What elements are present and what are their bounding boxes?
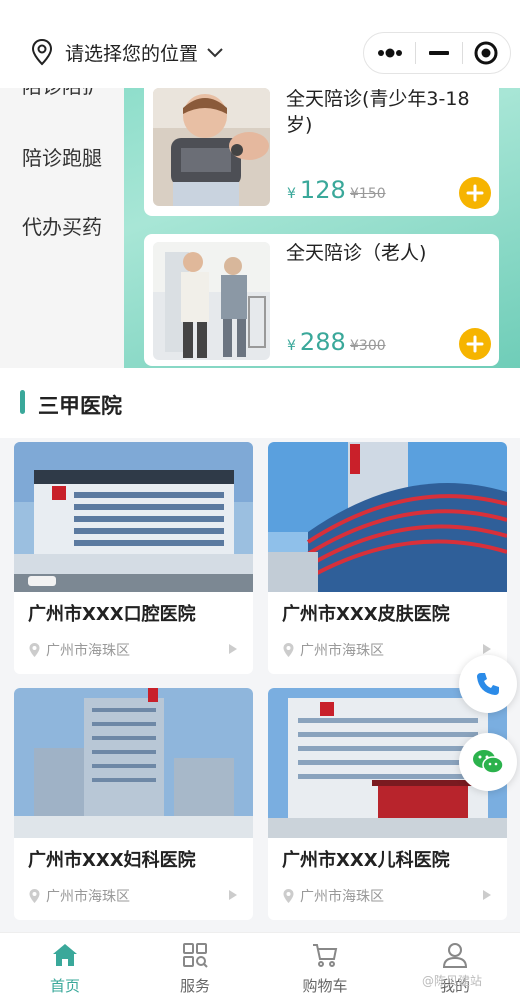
location-pin-icon bbox=[283, 643, 294, 657]
hospital-card[interactable]: 广州市XXX妇科医院 广州市海珠区 bbox=[14, 688, 253, 920]
add-service-button[interactable] bbox=[459, 177, 491, 209]
hospital-card[interactable]: 广州市XXX口腔医院 广州市海珠区 bbox=[14, 442, 253, 674]
section-header: 三甲医院 bbox=[0, 368, 520, 438]
hospital-district: 广州市海珠区 bbox=[46, 643, 130, 659]
service-image-child bbox=[153, 88, 270, 206]
hospital-card[interactable]: 广州市XXX儿科医院 广州市海珠区 bbox=[268, 688, 507, 920]
more-button[interactable] bbox=[364, 33, 415, 73]
service-card[interactable]: 全天陪诊（老人) ¥288 ¥300 bbox=[144, 234, 499, 366]
service-card[interactable]: 全天陪诊(青少年3-18岁) ¥128 ¥150 bbox=[144, 80, 499, 216]
tab-cart[interactable]: 购物车 bbox=[260, 933, 390, 1000]
tab-label: 购物车 bbox=[302, 977, 348, 995]
hospital-section: 三甲医院 广州市XXX口腔医院 广州市海珠区 广州市XXX皮肤医院 广州市海珠区… bbox=[0, 368, 520, 932]
target-close-icon bbox=[474, 41, 498, 65]
location-pin-icon bbox=[29, 643, 40, 657]
hospital-image bbox=[14, 442, 253, 592]
hospital-location: 广州市海珠区 bbox=[282, 886, 384, 906]
watermark-text: @陈贝建站 bbox=[422, 974, 483, 988]
service-old-price: ¥150 bbox=[350, 186, 386, 202]
section-accent-bar bbox=[20, 390, 25, 414]
plus-icon bbox=[466, 335, 484, 353]
hospital-name: 广州市XXX口腔医院 bbox=[28, 604, 196, 625]
hospital-image bbox=[14, 688, 253, 838]
tab-home[interactable]: 首页 bbox=[0, 933, 130, 1000]
minimize-icon bbox=[428, 51, 449, 55]
triangle-right-icon bbox=[483, 644, 491, 654]
location-pin-icon bbox=[31, 38, 53, 66]
service-price: ¥128 bbox=[287, 176, 346, 204]
hospital-district: 广州市海珠区 bbox=[300, 643, 384, 659]
hospital-image bbox=[268, 442, 507, 592]
top-bar: 请选择您的位置 bbox=[0, 0, 520, 88]
user-icon bbox=[442, 943, 468, 968]
wechat-icon bbox=[473, 750, 504, 774]
miniprogram-capsule bbox=[363, 32, 511, 74]
close-miniprogram-button[interactable] bbox=[463, 33, 510, 73]
app-page: 陪诊陪护 陪诊跑腿 代办买药 bbox=[0, 0, 520, 1000]
triangle-right-icon bbox=[483, 890, 491, 900]
tab-services[interactable]: 服务 bbox=[130, 933, 260, 1000]
hospital-name: 广州市XXX皮肤医院 bbox=[282, 604, 450, 625]
hospital-district: 广州市海珠区 bbox=[46, 889, 130, 905]
service-title: 全天陪诊（老人) bbox=[286, 242, 427, 264]
location-pin-icon bbox=[29, 889, 40, 903]
wechat-button[interactable] bbox=[459, 733, 517, 791]
more-dots-icon bbox=[377, 48, 402, 58]
hospital-district: 广州市海珠区 bbox=[300, 889, 384, 905]
call-button[interactable] bbox=[459, 655, 517, 713]
phone-icon bbox=[477, 673, 499, 695]
hospital-card[interactable]: 广州市XXX皮肤医院 广州市海珠区 bbox=[268, 442, 507, 674]
triangle-right-icon bbox=[229, 644, 237, 654]
section-title: 三甲医院 bbox=[38, 394, 122, 418]
location-pin-icon bbox=[283, 889, 294, 903]
grid-search-icon bbox=[183, 943, 208, 968]
hospital-location: 广州市海珠区 bbox=[28, 886, 130, 906]
minimize-button[interactable] bbox=[416, 33, 461, 73]
sidebar-item-buy-medicine[interactable]: 代办买药 bbox=[22, 211, 102, 240]
tab-label: 服务 bbox=[179, 977, 210, 995]
cart-icon bbox=[313, 944, 338, 967]
hospital-name: 广州市XXX妇科医院 bbox=[28, 850, 196, 871]
sidebar-item-errand[interactable]: 陪诊跑腿 bbox=[22, 142, 102, 171]
service-image-elderly bbox=[153, 242, 270, 360]
location-selector[interactable]: 请选择您的位置 bbox=[30, 38, 224, 66]
service-title: 全天陪诊(青少年3-18岁) bbox=[286, 88, 470, 136]
home-icon bbox=[53, 944, 77, 966]
location-text: 请选择您的位置 bbox=[65, 42, 199, 65]
hospital-location: 广州市海珠区 bbox=[28, 640, 130, 660]
chevron-down-icon bbox=[207, 48, 223, 58]
hospital-location: 广州市海珠区 bbox=[282, 640, 384, 660]
service-old-price: ¥300 bbox=[350, 338, 386, 354]
service-price: ¥288 bbox=[287, 328, 346, 356]
plus-icon bbox=[466, 184, 484, 202]
triangle-right-icon bbox=[229, 890, 237, 900]
hospital-name: 广州市XXX儿科医院 bbox=[282, 850, 450, 871]
add-service-button[interactable] bbox=[459, 328, 491, 360]
tab-profile[interactable]: 我的 bbox=[390, 933, 520, 1000]
tab-label: 首页 bbox=[49, 977, 80, 995]
bottom-tab-bar: 首页 服务 购物车 我的 bbox=[0, 932, 520, 1000]
